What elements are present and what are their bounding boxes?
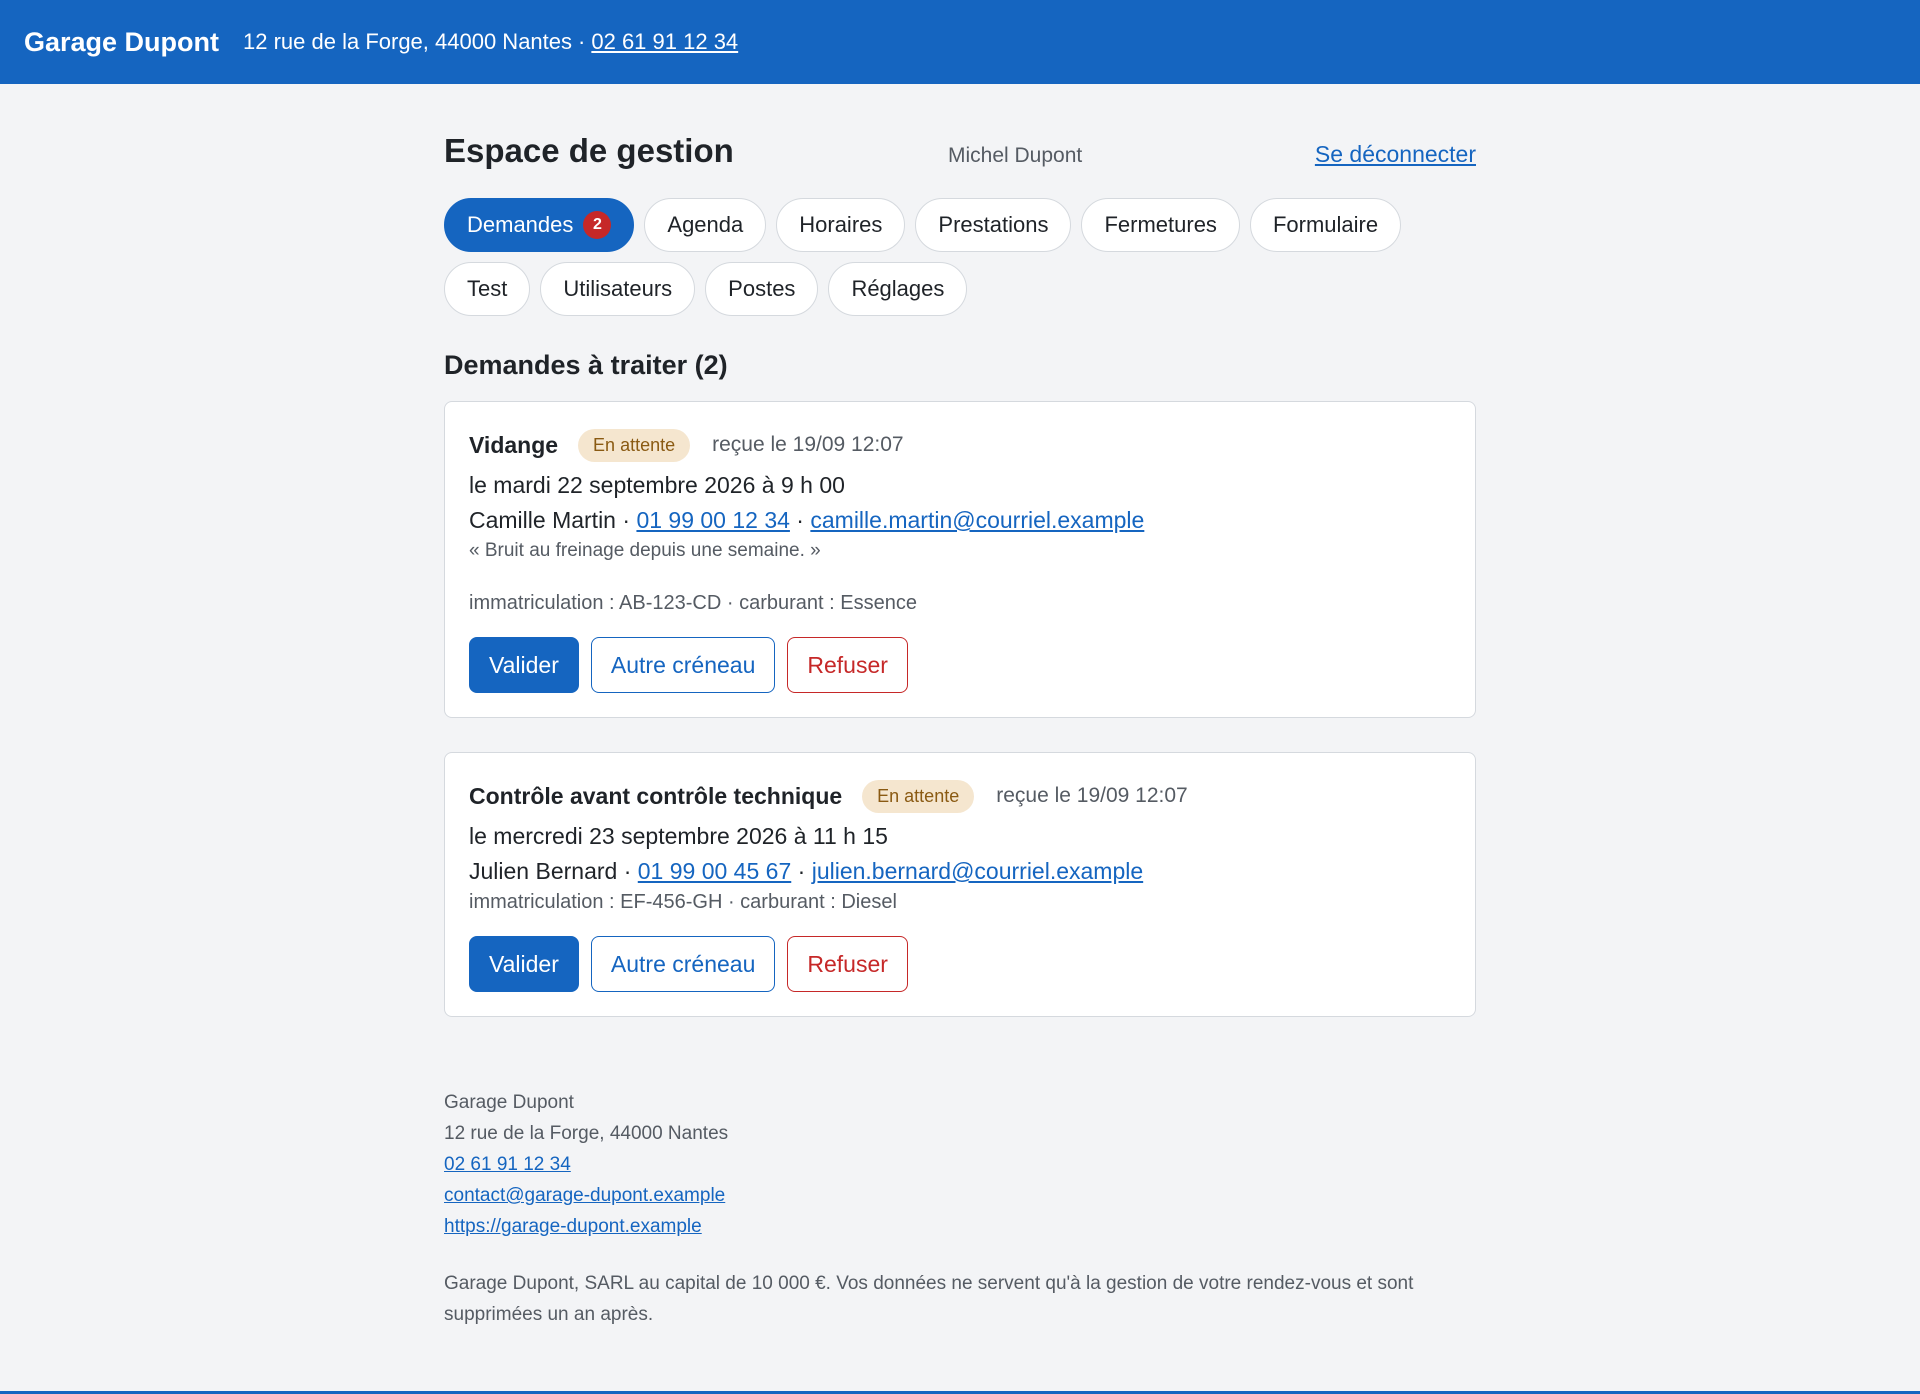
request-service: Contrôle avant contrôle technique (469, 782, 843, 809)
client-name: Julien Bernard (469, 858, 618, 884)
footer-legal-notice: Garage Dupont, SARL au capital de 10 000… (444, 1273, 1414, 1325)
page-title: Espace de gestion (444, 132, 734, 169)
status-badge: En attente (578, 428, 691, 462)
current-user: Michel Dupont (948, 144, 1083, 167)
request-service: Vidange (469, 431, 559, 458)
header-address: 12 rue de la Forge, 44000 Nantes (243, 29, 573, 54)
tab-fermetures[interactable]: Fermetures (1081, 198, 1240, 252)
admin-tabs: Demandes 2 Agenda Horaires Prestations F… (444, 198, 1444, 316)
tab-agenda[interactable]: Agenda (644, 198, 767, 252)
request-received: reçue le 19/09 12:07 (996, 784, 1188, 807)
request-slot: le mercredi 23 septembre 2026 à 11 h 15 (469, 823, 888, 849)
client-name: Camille Martin (469, 507, 616, 533)
footer-website-link[interactable]: https://garage-dupont.example (444, 1216, 702, 1237)
request-header: Vidange En attente reçue le 19/09 12:07 (469, 426, 1451, 464)
request-actions: Valider Autre créneau Refuser (469, 936, 1451, 992)
client-email-link[interactable]: julien.bernard@courriel.example (812, 858, 1143, 884)
request-card: Vidange En attente reçue le 19/09 12:07 … (444, 401, 1476, 718)
vehicle-info: immatriculation : AB-123-CD · carburant … (469, 592, 917, 614)
footer-name: Garage Dupont (444, 1092, 574, 1113)
refuse-button[interactable]: Refuser (787, 936, 908, 992)
request-card: Contrôle avant contrôle technique En att… (444, 752, 1476, 1017)
tab-label: Demandes (467, 212, 574, 237)
reschedule-button[interactable]: Autre créneau (590, 936, 776, 992)
contact-separator: · (789, 507, 811, 533)
request-contact: Julien Bernard · 01 99 00 45 67 · julien… (469, 858, 1451, 885)
tab-postes[interactable]: Postes (705, 262, 819, 316)
header-separator: · (578, 29, 586, 54)
site-footer: Garage Dupont 12 rue de la Forge, 44000 … (444, 1087, 1476, 1330)
request-received: reçue le 19/09 12:07 (712, 433, 904, 456)
tab-utilisateurs[interactable]: Utilisateurs (540, 262, 696, 316)
header-phone-link[interactable]: 02 61 91 12 34 (591, 29, 738, 55)
client-phone-link[interactable]: 01 99 00 12 34 (636, 507, 789, 533)
vehicle-info: immatriculation : EF-456-GH · carburant … (469, 891, 897, 913)
brand-name: Garage Dupont (24, 26, 220, 57)
status-badge: En attente (862, 779, 975, 813)
request-contact: Camille Martin · 01 99 00 12 34 · camill… (469, 507, 1451, 534)
contact-separator: · (791, 858, 812, 884)
request-slot: le mardi 22 septembre 2026 à 9 h 00 (469, 472, 845, 498)
client-email-link[interactable]: camille.martin@courriel.example (810, 507, 1144, 533)
footer-email-link[interactable]: contact@garage-dupont.example (444, 1185, 725, 1206)
requests-title: Demandes à traiter (2) (444, 350, 728, 380)
main-content: Espace de gestion Michel Dupont Se décon… (444, 84, 1476, 1330)
pending-count-badge: 2 (583, 211, 612, 239)
refuse-button[interactable]: Refuser (787, 637, 908, 693)
tab-reglages[interactable]: Réglages (828, 262, 968, 316)
client-note: « Bruit au freinage depuis une semaine. … (469, 540, 821, 561)
footer-address: 12 rue de la Forge, 44000 Nantes (444, 1123, 729, 1144)
page-header: Espace de gestion Michel Dupont Se décon… (444, 132, 1476, 172)
tab-prestations[interactable]: Prestations (915, 198, 1072, 252)
logout-link[interactable]: Se déconnecter (1315, 141, 1476, 168)
top-bar: Garage Dupont 12 rue de la Forge, 44000 … (0, 0, 1920, 84)
tab-demandes[interactable]: Demandes 2 (444, 198, 635, 252)
contact-separator: · (617, 858, 638, 884)
tab-formulaire[interactable]: Formulaire (1249, 198, 1402, 252)
validate-button[interactable]: Valider (469, 936, 579, 992)
request-header: Contrôle avant contrôle technique En att… (469, 777, 1451, 815)
tab-test[interactable]: Test (444, 262, 531, 316)
tab-horaires[interactable]: Horaires (776, 198, 906, 252)
request-actions: Valider Autre créneau Refuser (469, 637, 1451, 693)
client-phone-link[interactable]: 01 99 00 45 67 (638, 858, 791, 884)
reschedule-button[interactable]: Autre créneau (590, 637, 776, 693)
footer-phone-link[interactable]: 02 61 91 12 34 (444, 1154, 571, 1175)
contact-separator: · (615, 507, 637, 533)
validate-button[interactable]: Valider (469, 637, 579, 693)
